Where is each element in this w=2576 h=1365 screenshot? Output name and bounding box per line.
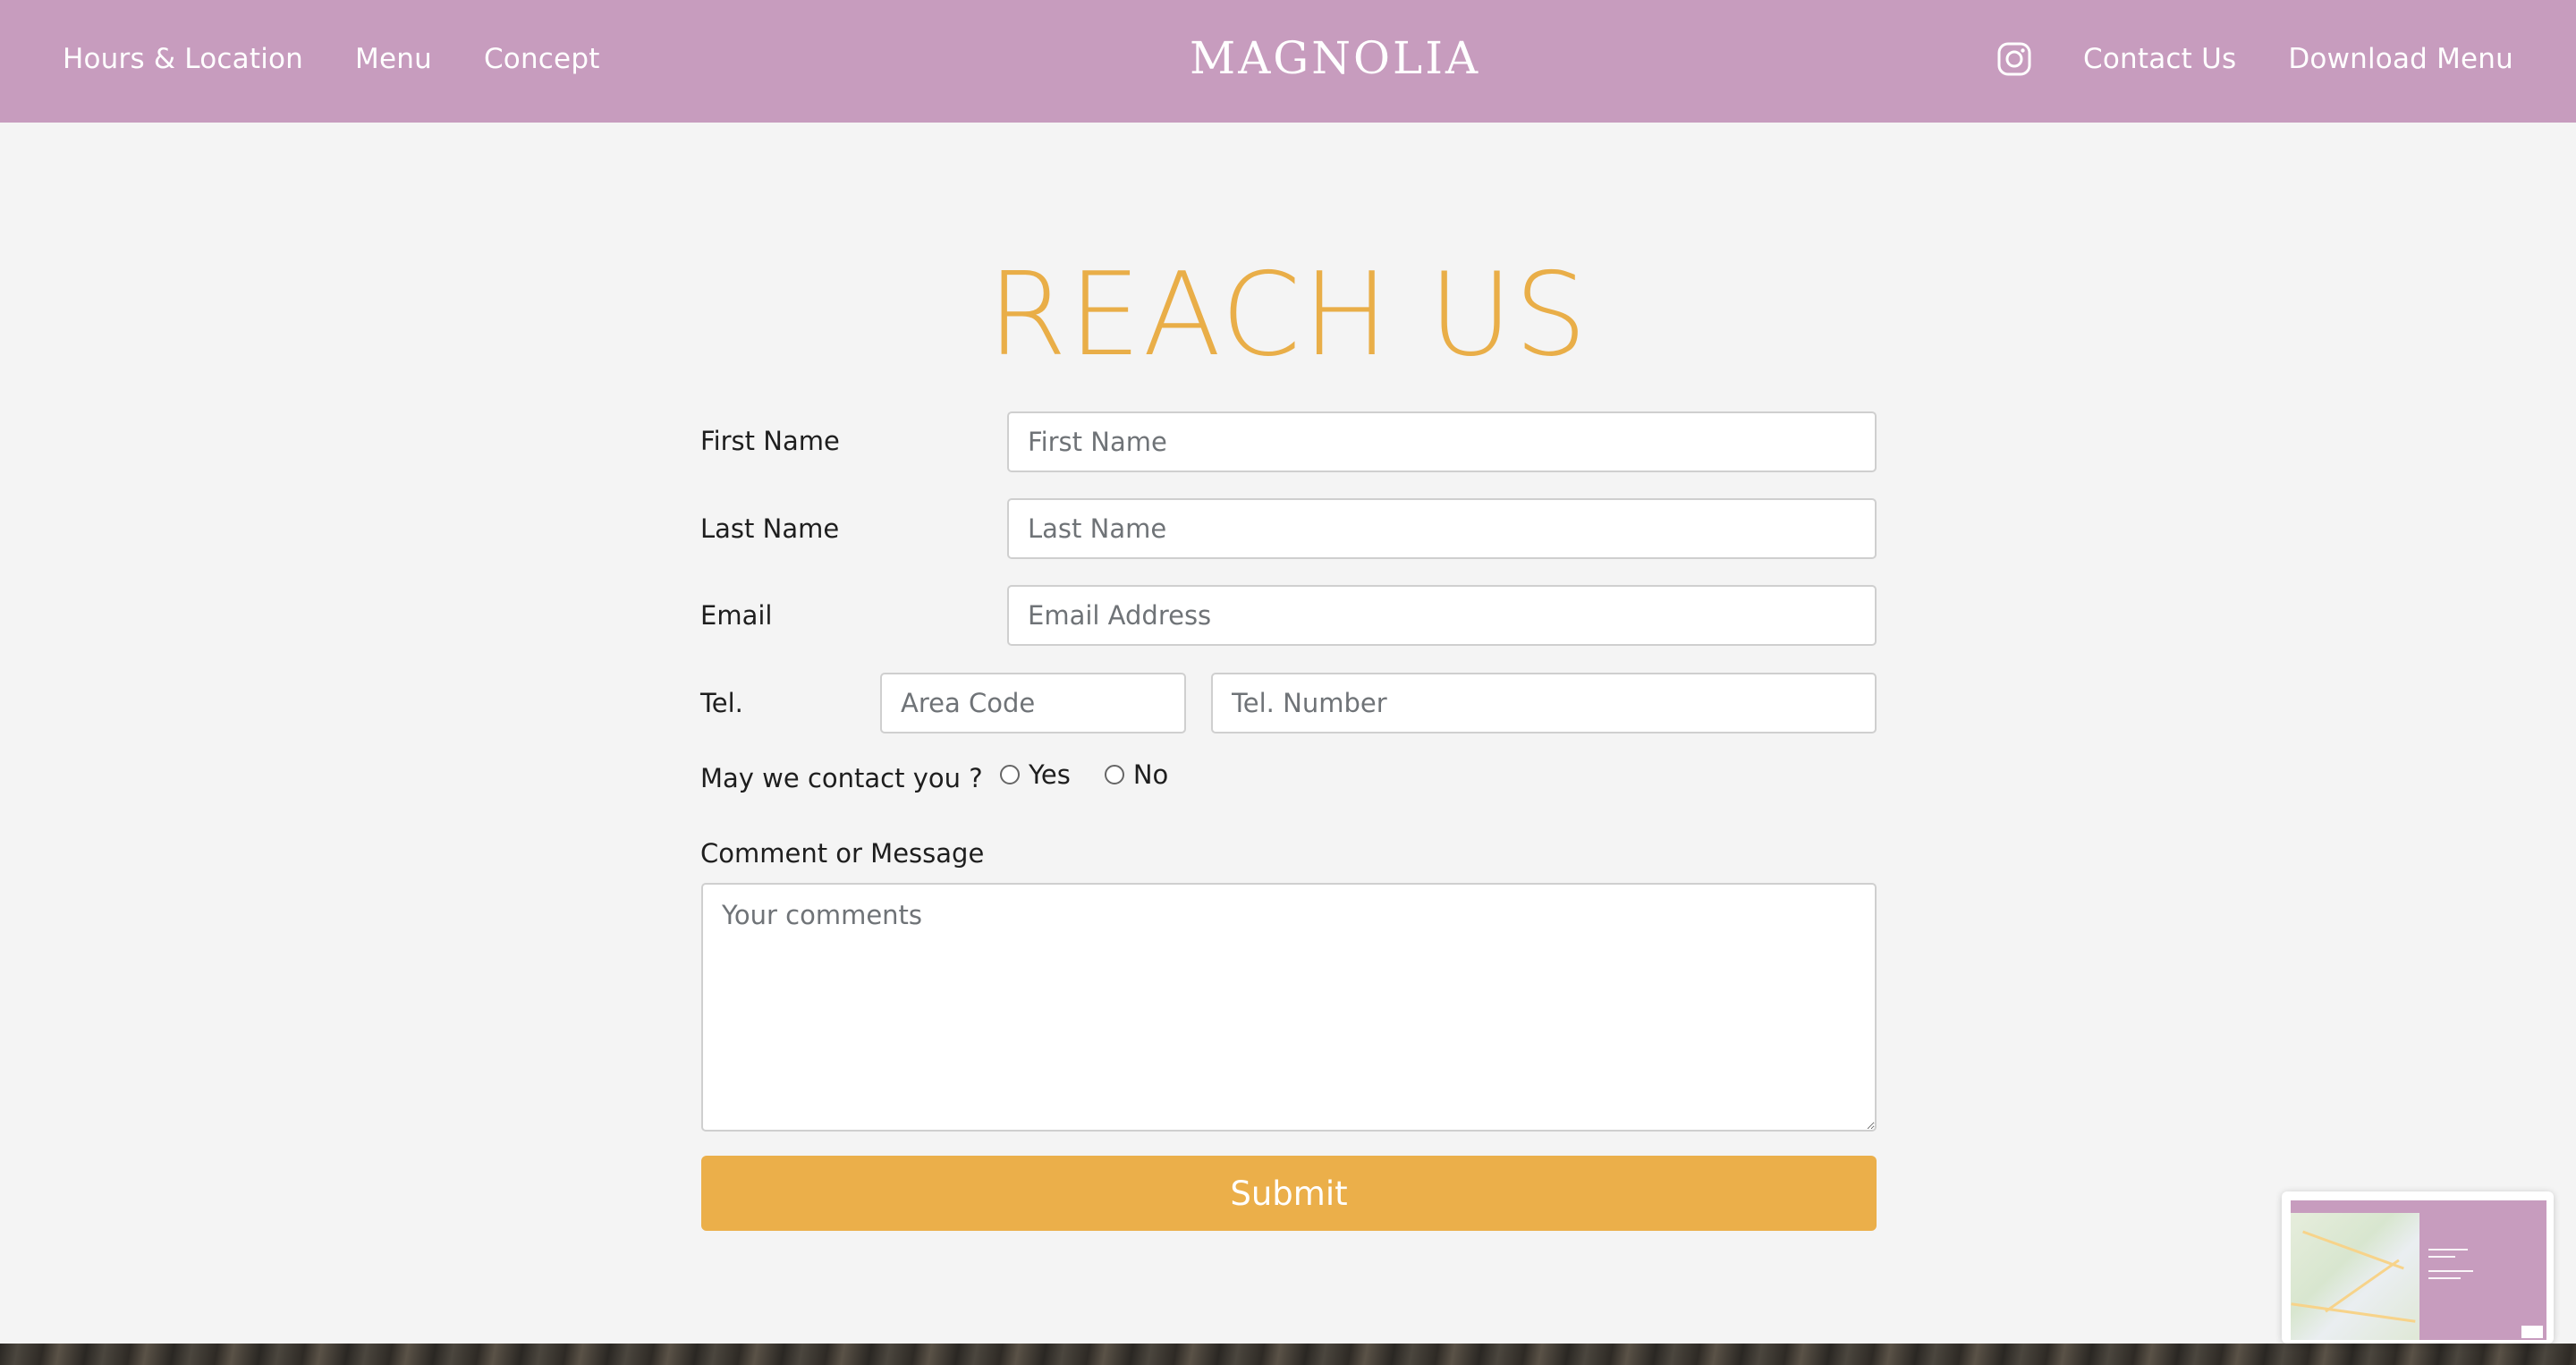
submit-button[interactable]: Submit <box>701 1156 1877 1231</box>
preview-map-image <box>2291 1213 2419 1340</box>
contact-permission-options: Yes No <box>1000 759 1193 790</box>
nav-download-menu[interactable]: Download Menu <box>2288 43 2513 75</box>
preview-qr-icon <box>2521 1326 2543 1338</box>
email-label: Email <box>700 600 773 631</box>
radio-yes-label[interactable]: Yes <box>1029 759 1071 790</box>
comment-label: Comment or Message <box>700 838 985 869</box>
radio-no-label[interactable]: No <box>1133 759 1168 790</box>
first-name-input[interactable] <box>1007 411 1877 472</box>
secondary-nav: Contact Us Download Menu <box>1997 0 2513 118</box>
site-header: Hours & Location Menu Concept MAGNOLIA C… <box>0 0 2576 123</box>
nav-concept[interactable]: Concept <box>484 43 600 75</box>
email-input[interactable] <box>1007 585 1877 646</box>
preview-content <box>2291 1200 2546 1340</box>
footer-pattern <box>0 1344 2576 1365</box>
last-name-input[interactable] <box>1007 498 1877 559</box>
primary-nav: Hours & Location Menu Concept <box>63 0 600 118</box>
instagram-icon[interactable] <box>1997 42 2031 76</box>
radio-yes[interactable] <box>1000 765 1020 784</box>
tel-number-input[interactable] <box>1211 673 1877 733</box>
nav-hours-location[interactable]: Hours & Location <box>63 43 303 75</box>
contact-permission-label: May we contact you ? <box>700 763 983 793</box>
page-preview-thumbnail[interactable] <box>2282 1191 2554 1344</box>
page-title: REACH US <box>987 249 1589 382</box>
tel-label: Tel. <box>700 688 743 718</box>
first-name-label: First Name <box>700 426 840 456</box>
site-logo[interactable]: MAGNOLIA <box>1190 32 1478 84</box>
nav-contact-us[interactable]: Contact Us <box>2083 43 2236 75</box>
comment-textarea[interactable] <box>701 883 1877 1132</box>
nav-menu[interactable]: Menu <box>355 43 432 75</box>
radio-no[interactable] <box>1104 765 1124 784</box>
last-name-label: Last Name <box>700 513 840 544</box>
area-code-input[interactable] <box>880 673 1186 733</box>
